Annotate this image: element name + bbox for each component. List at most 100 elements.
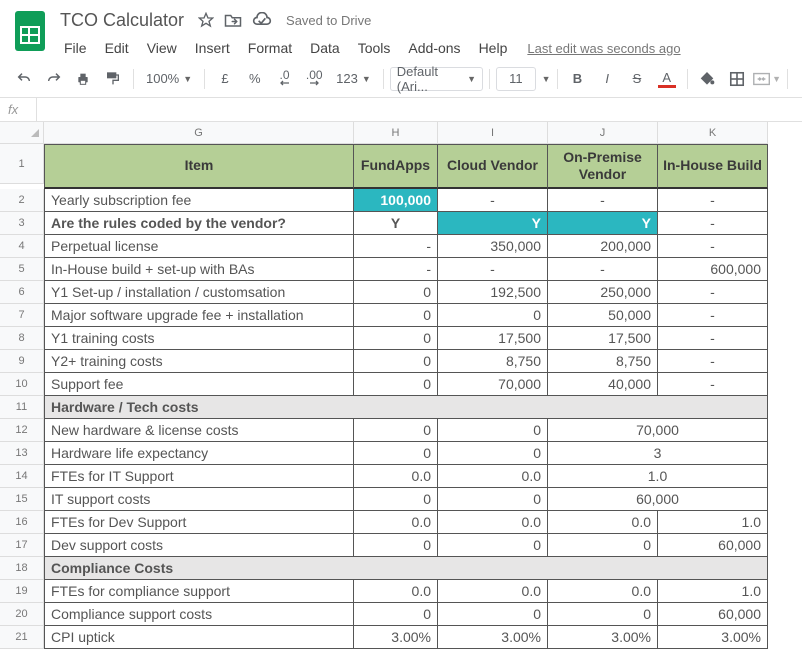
cell-item[interactable]: Perpetual license <box>44 235 354 258</box>
cell-onprem[interactable]: 0 <box>548 603 658 626</box>
cell-inhouse[interactable]: - <box>658 281 768 304</box>
cell-fundapps[interactable]: 0.0 <box>354 580 438 603</box>
cell-item[interactable]: FTEs for Dev Support <box>44 511 354 534</box>
cell-fundapps[interactable]: 3.00% <box>354 626 438 649</box>
merge-button[interactable]: ▼ <box>753 65 781 93</box>
text-color-button[interactable]: A <box>653 65 681 93</box>
cell-inhouse[interactable]: 3.00% <box>658 626 768 649</box>
cell-fundapps[interactable]: 0 <box>354 304 438 327</box>
strikethrough-button[interactable]: S <box>623 65 651 93</box>
cell-item[interactable]: Support fee <box>44 373 354 396</box>
menu-edit[interactable]: Edit <box>97 36 137 60</box>
cell-onprem-inhouse-merged[interactable]: 60,000 <box>548 488 768 511</box>
section-header[interactable]: Hardware / Tech costs <box>44 396 768 419</box>
cell-onprem[interactable]: 17,500 <box>548 327 658 350</box>
row-header-19[interactable]: 19 <box>0 580 44 603</box>
cell-cloud[interactable]: 350,000 <box>438 235 548 258</box>
cell-fundapps[interactable]: 0.0 <box>354 465 438 488</box>
col-header-G[interactable]: G <box>44 122 354 144</box>
zoom-select[interactable]: 100%▼ <box>140 65 198 93</box>
cell-fundapps[interactable]: 0 <box>354 281 438 304</box>
italic-button[interactable]: I <box>593 65 621 93</box>
cell-inhouse[interactable]: - <box>658 235 768 258</box>
menu-file[interactable]: File <box>56 36 95 60</box>
cell-item[interactable]: Y1 training costs <box>44 327 354 350</box>
cell-onprem[interactable]: 250,000 <box>548 281 658 304</box>
row-header-13[interactable]: 13 <box>0 442 44 465</box>
cell-item[interactable]: FTEs for compliance support <box>44 580 354 603</box>
menu-data[interactable]: Data <box>302 36 348 60</box>
cell-item[interactable]: FTEs for IT Support <box>44 465 354 488</box>
fill-color-button[interactable] <box>694 65 722 93</box>
more-formats-button[interactable]: 123▼ <box>330 65 377 93</box>
cell-onprem[interactable]: 3.00% <box>548 626 658 649</box>
cell-item[interactable]: Dev support costs <box>44 534 354 557</box>
cell-cloud[interactable]: Y <box>438 212 548 235</box>
row-header-12[interactable]: 12 <box>0 419 44 442</box>
cell-item[interactable]: Y1 Set-up / installation / customsation <box>44 281 354 304</box>
cell-item[interactable]: IT support costs <box>44 488 354 511</box>
last-edit-link[interactable]: Last edit was seconds ago <box>527 41 680 56</box>
header-inhouse[interactable]: In-House Build <box>658 144 768 189</box>
cell-cloud[interactable]: 17,500 <box>438 327 548 350</box>
format-currency-button[interactable]: £ <box>211 65 239 93</box>
cell-onprem-inhouse-merged[interactable]: 70,000 <box>548 419 768 442</box>
bold-button[interactable]: B <box>564 65 592 93</box>
cell-cloud[interactable]: 0.0 <box>438 511 548 534</box>
row-header-8[interactable]: 8 <box>0 327 44 350</box>
borders-button[interactable] <box>723 65 751 93</box>
cell-inhouse[interactable]: 60,000 <box>658 603 768 626</box>
cell-onprem[interactable]: - <box>548 258 658 281</box>
font-size-select[interactable]: 11 <box>496 67 536 91</box>
cell-item[interactable]: New hardware & license costs <box>44 419 354 442</box>
cell-onprem-inhouse-merged[interactable]: 3 <box>548 442 768 465</box>
row-header-2[interactable]: 2 <box>0 189 44 212</box>
header-fundapps[interactable]: FundApps <box>354 144 438 189</box>
cell-onprem[interactable]: 50,000 <box>548 304 658 327</box>
cell-fundapps[interactable]: 0 <box>354 327 438 350</box>
cell-item[interactable]: Compliance support costs <box>44 603 354 626</box>
col-header-J[interactable]: J <box>548 122 658 144</box>
cell-inhouse[interactable]: 1.0 <box>658 580 768 603</box>
header-cloud[interactable]: Cloud Vendor <box>438 144 548 189</box>
row-header-20[interactable]: 20 <box>0 603 44 626</box>
cell-cloud[interactable]: 0 <box>438 534 548 557</box>
select-all-corner[interactable] <box>0 122 44 144</box>
row-header-21[interactable]: 21 <box>0 626 44 649</box>
cell-inhouse[interactable]: - <box>658 350 768 373</box>
cell-inhouse[interactable]: 600,000 <box>658 258 768 281</box>
cell-onprem[interactable]: - <box>548 189 658 212</box>
decrease-decimal-button[interactable]: .0 <box>271 65 299 93</box>
format-percent-button[interactable]: % <box>241 65 269 93</box>
star-icon[interactable] <box>198 12 214 28</box>
cell-onprem[interactable]: 0 <box>548 534 658 557</box>
header-onprem[interactable]: On-Premise Vendor <box>548 144 658 189</box>
row-header-18[interactable]: 18 <box>0 557 44 580</box>
move-icon[interactable] <box>224 12 242 28</box>
menu-insert[interactable]: Insert <box>187 36 238 60</box>
cell-item[interactable]: Hardware life expectancy <box>44 442 354 465</box>
cell-fundapps[interactable]: Y <box>354 212 438 235</box>
cell-fundapps[interactable]: - <box>354 258 438 281</box>
cell-cloud[interactable]: 192,500 <box>438 281 548 304</box>
cell-onprem-inhouse-merged[interactable]: 1.0 <box>548 465 768 488</box>
cell-onprem[interactable]: Y <box>548 212 658 235</box>
cell-cloud[interactable]: 8,750 <box>438 350 548 373</box>
cell-fundapps[interactable]: 100,000 <box>354 189 438 212</box>
section-header[interactable]: Compliance Costs <box>44 557 768 580</box>
cell-item[interactable]: Yearly subscription fee <box>44 189 354 212</box>
row-header-16[interactable]: 16 <box>0 511 44 534</box>
row-header-4[interactable]: 4 <box>0 235 44 258</box>
cell-onprem[interactable]: 8,750 <box>548 350 658 373</box>
menu-addons[interactable]: Add-ons <box>400 36 468 60</box>
row-header-11[interactable]: 11 <box>0 396 44 419</box>
cell-fundapps[interactable]: 0 <box>354 534 438 557</box>
cell-cloud[interactable]: - <box>438 189 548 212</box>
cell-onprem[interactable]: 0.0 <box>548 580 658 603</box>
print-button[interactable] <box>70 65 98 93</box>
increase-decimal-button[interactable]: .00 <box>300 65 328 93</box>
cell-cloud[interactable]: 0 <box>438 419 548 442</box>
menu-format[interactable]: Format <box>240 36 300 60</box>
row-header-14[interactable]: 14 <box>0 465 44 488</box>
redo-button[interactable] <box>40 65 68 93</box>
